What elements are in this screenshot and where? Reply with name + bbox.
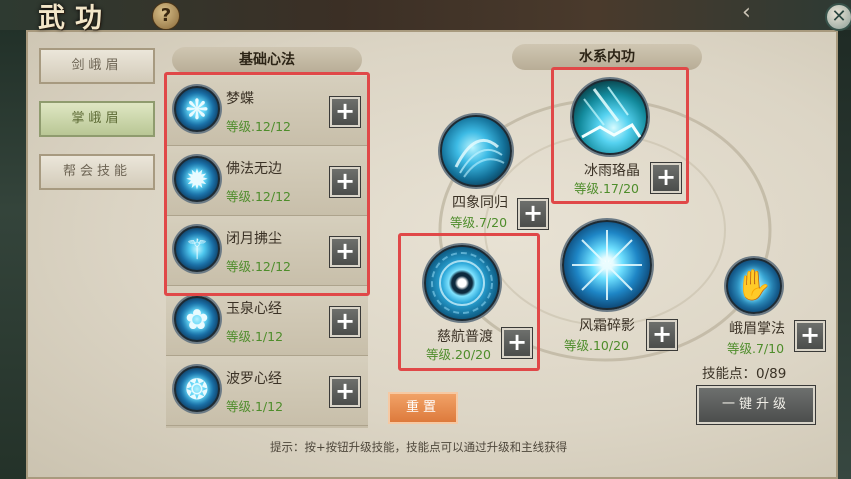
tab-guild-skills[interactable]: 帮会技能 (39, 154, 155, 190)
skill-points: 技能点：0/89 (702, 366, 787, 382)
frost-burst-icon[interactable] (562, 220, 652, 310)
skill-name: 风霜碎影 (579, 318, 635, 334)
frost-art (572, 230, 642, 300)
reset-button[interactable]: 重置 (388, 392, 458, 424)
palm-icon[interactable]: ✋ (726, 258, 782, 314)
skill-name: 玉泉心经 (226, 301, 282, 317)
skill-name: 峨眉掌法 (729, 321, 785, 337)
palm-glyph: ✋ (735, 268, 773, 303)
skill-level: 等级.1/12 (226, 399, 284, 414)
basic-header: 基础心法 (172, 47, 362, 73)
list-item: ❂ 波罗心经 等级.1/12 + (166, 356, 368, 426)
upgrade-plus-button[interactable]: + (330, 307, 360, 337)
tab-sword-emei[interactable]: 剑峨眉 (39, 48, 155, 84)
upgrade-plus-button[interactable]: + (795, 321, 825, 351)
mandala-icon[interactable]: ❂ (174, 366, 220, 412)
upgrade-plus-button[interactable]: + (518, 199, 548, 229)
highlight-box (164, 72, 370, 296)
upgrade-plus-button[interactable]: + (330, 377, 360, 407)
swirl-art (454, 138, 505, 178)
skill-level: 等级.1/12 (226, 329, 284, 344)
tab-palm-emei[interactable]: 掌峨眉 (39, 101, 155, 137)
hint-text: 提示：按+按钮升级技能，技能点可以通过升级和主线获得 (270, 440, 568, 454)
back-arrow-icon[interactable]: ‹ (742, 0, 751, 25)
help-button[interactable]: ? (152, 2, 180, 30)
skill-name: 四象同归 (452, 195, 508, 211)
upgrade-plus-button[interactable]: + (647, 320, 677, 350)
water-swirl-icon[interactable] (440, 115, 512, 187)
close-button[interactable]: ✕ (825, 3, 851, 31)
list-item: ✿ 玉泉心经 等级.1/12 + (166, 286, 368, 356)
skill-level: 等级.7/10 (727, 341, 785, 356)
top-band (0, 0, 851, 30)
window-title: 武功 (38, 3, 112, 34)
right-border (838, 30, 851, 479)
skill-level: 等级.7/20 (450, 215, 508, 230)
one-click-upgrade-button[interactable]: 一键升级 (697, 386, 815, 424)
skill-level: 等级.10/20 (564, 338, 629, 353)
flower-icon[interactable]: ✿ (174, 296, 220, 342)
skill-name: 波罗心经 (226, 371, 282, 387)
highlight-box (551, 67, 689, 204)
highlight-box (398, 233, 540, 371)
